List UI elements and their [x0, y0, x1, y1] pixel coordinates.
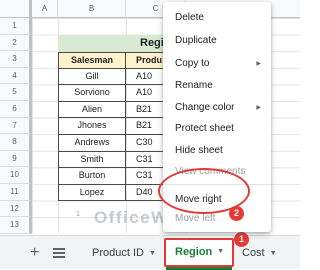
table-cell[interactable]: B21 [126, 101, 166, 119]
menu-item-change-color[interactable]: Change color ▶ [163, 98, 271, 118]
table-row: Alien B21 [58, 101, 166, 119]
table-row: Gill A10 [58, 68, 166, 86]
menu-item-rename[interactable]: Rename [163, 76, 271, 96]
table-cell[interactable]: Burton [58, 168, 126, 185]
sales-table: Salesman Produ Gill A10 Sorviono A10 Ali… [58, 52, 166, 202]
table-header-cell[interactable]: Produ [126, 52, 166, 69]
table-cell[interactable]: Smith [58, 151, 126, 169]
row-header[interactable]: 12 [0, 200, 32, 218]
row-header[interactable]: 10 [0, 167, 32, 184]
table-cell[interactable]: Alien [58, 101, 126, 119]
add-sheet-button[interactable]: + [30, 245, 39, 261]
cell-marker: 1 [76, 211, 80, 218]
row-header[interactable]: 5 [0, 84, 32, 101]
submenu-arrow-icon: ▶ [256, 105, 261, 111]
highlight-box-annotation [164, 238, 234, 267]
all-sheets-menu-icon[interactable] [53, 248, 65, 258]
table-cell[interactable]: B21 [126, 118, 166, 135]
row-header[interactable]: 9 [0, 150, 32, 168]
menu-item-label: Copy to [175, 58, 210, 69]
row-header[interactable]: 8 [0, 134, 32, 151]
table-header-row: Salesman Produ [58, 52, 166, 69]
menu-item-protect-sheet[interactable]: Protect sheet [163, 119, 271, 139]
table-cell[interactable]: Sorviono [58, 85, 126, 102]
step-badge-2: 2 [229, 206, 244, 221]
select-all-corner[interactable] [0, 0, 32, 18]
table-row: Lopez D40 [58, 184, 166, 202]
menu-item-label: Change color [175, 102, 235, 113]
menu-item-label: Rename [175, 80, 213, 91]
table-header-cell[interactable]: Salesman [58, 52, 126, 69]
menu-item-label: Duplicate [175, 35, 217, 46]
sheet-tab-product-id[interactable]: Product ID ▼ [80, 236, 160, 270]
menu-item-label: Hide sheet [175, 145, 223, 156]
table-row: Smith C31 [58, 151, 166, 169]
row-header[interactable]: 13 [0, 217, 32, 234]
row-header[interactable]: 4 [0, 67, 32, 85]
chevron-down-icon[interactable]: ▼ [149, 250, 156, 257]
table-cell[interactable]: C31 [126, 151, 166, 169]
row-header[interactable]: 3 [0, 51, 32, 68]
menu-item-label: Protect sheet [175, 123, 234, 134]
menu-item-label: Move left [175, 213, 216, 224]
row-header[interactable]: 7 [0, 117, 32, 135]
table-row: Andrews C30 [58, 134, 166, 152]
menu-item-copy-to[interactable]: Copy to ▶ [163, 54, 271, 74]
row-header[interactable]: 2 [0, 34, 32, 52]
menu-item-hide-sheet[interactable]: Hide sheet [163, 141, 271, 161]
row-header[interactable]: 6 [0, 100, 32, 118]
column-header-a[interactable]: A [32, 0, 58, 18]
table-cell[interactable]: Jhones [58, 118, 126, 135]
column-header-b[interactable]: B [58, 0, 126, 18]
sheet-tab-label: Product ID [92, 247, 144, 259]
chevron-down-icon[interactable]: ▼ [270, 250, 277, 257]
row-header[interactable]: 1 [0, 18, 32, 35]
table-row: Sorviono A10 [58, 85, 166, 102]
table-cell[interactable]: A10 [126, 68, 166, 86]
table-row: Burton C31 [58, 168, 166, 185]
table-cell[interactable]: Andrews [58, 134, 126, 152]
title-cell[interactable]: Regi [58, 35, 178, 52]
row-header-column: 1 2 3 4 5 6 7 8 9 10 11 12 13 [0, 18, 32, 234]
step-badge-1: 1 [234, 232, 249, 247]
sheet-tab-bar: + Product ID ▼ Region ▼ Cost ▼ [0, 235, 300, 270]
menu-item-duplicate[interactable]: Duplicate [163, 31, 271, 51]
table-cell[interactable]: Lopez [58, 184, 126, 202]
table-cell[interactable]: C30 [126, 134, 166, 152]
menu-item-delete[interactable]: Delete [163, 8, 271, 28]
table-cell[interactable]: A10 [126, 85, 166, 102]
table-row: Jhones B21 [58, 118, 166, 135]
table-cell[interactable]: Gill [58, 68, 126, 86]
row-header[interactable]: 11 [0, 183, 32, 201]
submenu-arrow-icon: ▶ [256, 61, 261, 67]
sheet-tab-label: Cost [242, 247, 265, 259]
menu-item-label: Delete [175, 12, 204, 23]
